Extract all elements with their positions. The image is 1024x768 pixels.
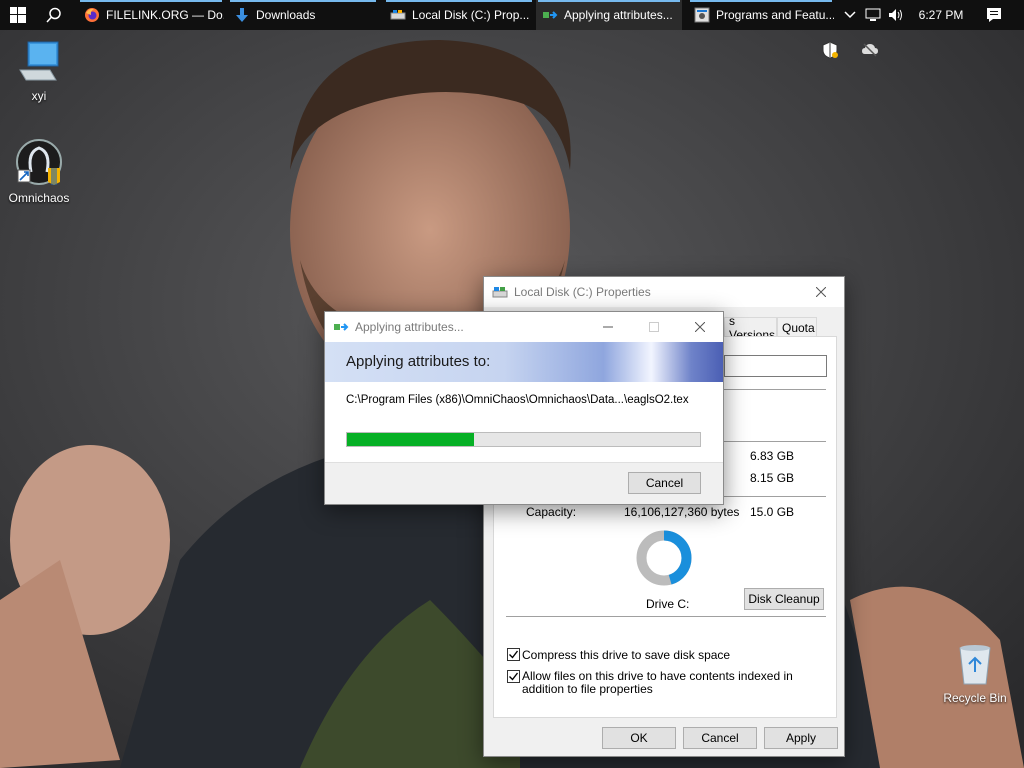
current-file-path: C:\Program Files (x86)\OmniChaos\Omnicha… (346, 394, 689, 406)
taskbar-app-label: FILELINK.ORG — Do... (106, 8, 224, 22)
download-arrow-icon (236, 8, 248, 22)
cancel-button[interactable]: Cancel (628, 472, 701, 494)
check-mark-icon (509, 672, 519, 681)
maximize-icon (649, 322, 659, 332)
taskbar-app-downloads[interactable]: Downloads (228, 0, 378, 30)
button-label: Cancel (701, 731, 739, 745)
minimize-icon (603, 326, 613, 328)
compress-drive-checkbox[interactable] (507, 648, 520, 661)
taskbar-app-programs-and-features[interactable]: Programs and Featu... (688, 0, 834, 30)
apply-button[interactable]: Apply (764, 727, 838, 749)
maximize-button (631, 312, 677, 342)
button-label: Apply (785, 731, 817, 745)
drive-icon (390, 10, 406, 20)
taskbar-app-label: Local Disk (C:) Prop... (412, 8, 530, 22)
button-label: OK (630, 731, 648, 745)
action-center-button[interactable] (974, 0, 1014, 30)
window-titlebar: Local Disk (C:) Properties (484, 277, 844, 307)
close-icon (695, 322, 705, 332)
taskbar-app-label: Downloads (256, 8, 316, 22)
network-tray-button[interactable] (862, 0, 884, 30)
notification-icon (987, 8, 1001, 22)
network-icon (865, 8, 881, 21)
drive-icon (492, 287, 508, 298)
windows-logo-icon (10, 7, 26, 23)
recycle-bin-icon (959, 645, 991, 685)
capacity-gb: 15.0 GB (750, 505, 795, 519)
progress-bar (346, 432, 701, 447)
close-icon (816, 287, 826, 297)
used-space-gb: 6.83 GB (750, 449, 795, 463)
check-mark-icon (509, 650, 519, 659)
onedrive-offline-icon[interactable] (861, 42, 879, 58)
cancel-button[interactable]: Cancel (683, 727, 757, 749)
taskbar-app-label: Applying attributes... (564, 8, 673, 22)
taskbar-app-firefox[interactable]: FILELINK.ORG — Do... (78, 0, 224, 30)
tray-overflow-button[interactable] (838, 0, 862, 30)
tab-previous-versions[interactable]: s Versions (724, 314, 777, 342)
desktop-icon-omnichaos[interactable]: Omnichaos (1, 138, 77, 205)
disk-usage-donut (636, 530, 692, 586)
chevron-down-icon (844, 11, 856, 19)
volume-tray-button[interactable] (884, 0, 908, 30)
taskbar-app-label: Programs and Featu... (716, 8, 834, 22)
allow-indexing-label: Allow files on this drive to have conten… (522, 669, 793, 696)
disk-cleanup-button[interactable]: Disk Cleanup (744, 588, 824, 610)
desktop-icon-label: Recycle Bin (943, 691, 1007, 705)
apply-attributes-icon (543, 11, 558, 19)
dialog-body: C:\Program Files (x86)\OmniChaos\Omnicha… (325, 382, 723, 462)
capacity-label: Capacity: (526, 505, 577, 519)
omnichaos-app-icon (16, 139, 62, 185)
tab-quota[interactable]: Quota (777, 317, 817, 337)
minimize-button[interactable] (585, 312, 631, 342)
tab-label: Quota (782, 320, 815, 335)
separator (506, 616, 826, 617)
compress-drive-label: Compress this drive to save disk space (522, 648, 731, 662)
computer-icon (19, 41, 59, 81)
taskbar-app-local-disk-properties[interactable]: Local Disk (C:) Prop... (384, 0, 534, 30)
clock[interactable]: 6:27 PM (908, 0, 974, 30)
search-button[interactable] (36, 0, 72, 30)
close-button[interactable] (798, 277, 844, 307)
taskbar-app-applying-attributes[interactable]: Applying attributes... (536, 0, 682, 30)
system-tray: 6:27 PM (838, 0, 1024, 30)
start-button[interactable] (0, 0, 36, 30)
search-icon (46, 7, 61, 23)
applying-attributes-dialog: Applying attributes... Applying attribut… (324, 311, 724, 505)
desktop-icon-this-pc[interactable]: xyi (1, 40, 77, 103)
firefox-icon (85, 8, 99, 22)
apply-attributes-icon (334, 323, 349, 331)
progress-bar-fill (347, 433, 475, 446)
button-label: Disk Cleanup (748, 592, 820, 606)
taskbar: FILELINK.ORG — Do... Downloads Local Dis… (0, 0, 1024, 30)
drive-label-input[interactable] (724, 355, 827, 377)
programs-features-icon (694, 7, 710, 23)
dialog-banner: Applying attributes to: (325, 342, 723, 382)
drive-name-label: Drive C: (646, 597, 690, 611)
window-title: Local Disk (C:) Properties (514, 285, 651, 299)
clock-time: 6:27 PM (918, 8, 964, 22)
banner-heading: Applying attributes to: (346, 353, 491, 370)
desktop-icon-recycle-bin[interactable]: Recycle Bin (937, 642, 1013, 705)
ok-button[interactable]: OK (602, 727, 676, 749)
capacity-bytes: 16,106,127,360 bytes (624, 505, 740, 519)
allow-indexing-checkbox[interactable] (507, 670, 520, 683)
desktop-icon-label: xyi (31, 89, 47, 103)
button-label: Cancel (645, 476, 684, 490)
free-space-gb: 8.15 GB (750, 471, 795, 485)
window-title: Applying attributes... (355, 320, 464, 334)
volume-icon (889, 9, 902, 21)
close-button[interactable] (677, 312, 723, 342)
window-titlebar: Applying attributes... (325, 312, 723, 342)
desktop-icon-label: Omnichaos (8, 191, 70, 205)
defender-shield-icon[interactable] (821, 41, 839, 59)
